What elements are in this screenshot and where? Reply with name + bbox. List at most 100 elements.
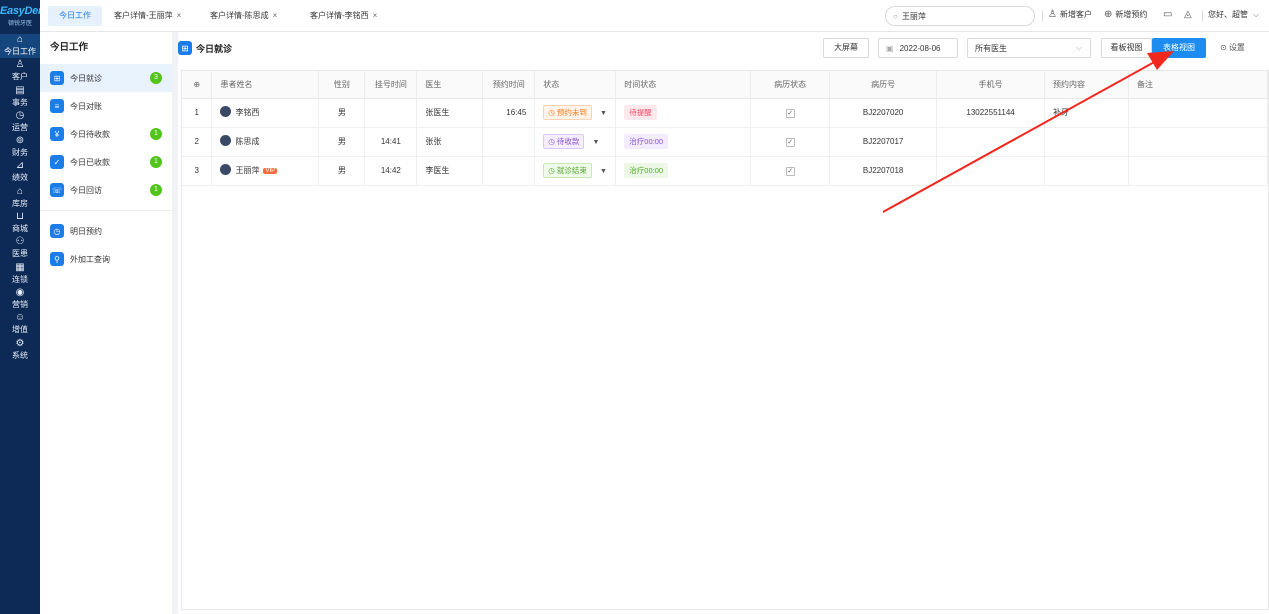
status-badge[interactable]: ◷ 预约未到 (543, 105, 592, 120)
gender-cell: 男 (318, 156, 366, 186)
notification-button[interactable]: ◬ (1184, 9, 1195, 20)
sub-sidebar: 今日工作 ⊞ 今日就诊 3 ≡ 今日对账 ¥ 今日待收款 1 ✓ 今日已收款 1 ☏ 今日回访 1 ◷ 明日… (40, 32, 172, 614)
count-badge: 1 (150, 184, 162, 196)
phone-cell: 13022551144 (936, 98, 1046, 128)
user-icon: ♙ (15, 59, 25, 71)
close-icon[interactable]: × (177, 11, 182, 20)
time-status-badge: 治疗00:00 (624, 134, 669, 149)
record-no-cell: BJ2207020 (829, 98, 938, 128)
record-checkbox[interactable]: ✓ (785, 166, 795, 176)
record-no-cell: BJ2207018 (829, 156, 938, 186)
gender-cell: 男 (318, 98, 366, 128)
sub-item-today-reconcile[interactable]: ≡ 今日对账 (40, 92, 172, 120)
nav-item-system[interactable]: ⚙ 系统 (0, 338, 40, 362)
target-icon: ◉ (15, 286, 25, 298)
nav-item-affairs[interactable]: ▤ 事务 (0, 85, 40, 109)
sub-item-outsource-query[interactable]: ⚲ 外加工查询 (40, 245, 172, 273)
close-icon[interactable]: × (273, 11, 278, 20)
big-screen-button[interactable]: 大屏幕 (823, 38, 869, 58)
logo-subtext: 顿锐牙医 (7, 21, 32, 27)
patient-name-cell[interactable]: 王丽萍 VIP (211, 156, 320, 186)
time-status-badge: 治疗00:00 (624, 163, 669, 178)
greeting-label: 您好、超管 (1208, 10, 1248, 19)
status-badge[interactable]: ◷ 待收款 (543, 134, 585, 149)
table-row[interactable]: 3 王丽萍 VIP 男 14:42 李医生 ◷ 就诊结束 ▼ 治疗00:00 ✓ BJ2207018 (182, 156, 1269, 186)
record-status-cell: ✓ (750, 127, 831, 157)
patient-name[interactable]: 王丽萍 (235, 166, 259, 175)
nav-item-value-added[interactable]: ☺ 增值 (0, 312, 40, 336)
app-logo: EasyDent 顿锐牙医 (0, 0, 48, 34)
patient-name-cell[interactable]: 李铭西 (211, 98, 320, 128)
main-panel: ⊞ 今日就诊 大屏幕 ▣ 2022-08-06 所有医生 ⌵ 看板视图 表格视图… (178, 32, 1269, 614)
gear-icon: ⊙ (1220, 43, 1227, 52)
status-badge[interactable]: ◷ 就诊结束 (543, 163, 592, 178)
sub-item-pending-payment[interactable]: ¥ 今日待收款 1 (40, 120, 172, 148)
settings-button[interactable]: ⊙ 设置 (1220, 42, 1245, 53)
sub-item-today-followup[interactable]: ☏ 今日回访 1 (40, 176, 172, 204)
table-view-button[interactable]: 表格视图 (1152, 38, 1206, 58)
header-appt-time: 预约时间 (482, 71, 536, 99)
nav-item-marketing[interactable]: ◉ 营销 (0, 287, 40, 311)
divider (40, 210, 172, 211)
time-status-cell: 待提醒 (615, 98, 752, 128)
status-cell[interactable]: ◷ 预约未到 ▼ (534, 98, 617, 128)
caret-down-icon[interactable]: ▼ (600, 168, 607, 175)
record-checkbox[interactable]: ✓ (785, 108, 795, 118)
phone-icon: ☏ (50, 183, 64, 197)
search-box[interactable]: ○ (885, 6, 1035, 26)
board-view-button[interactable]: 看板视图 (1101, 38, 1152, 58)
record-status-cell: ✓ (750, 156, 831, 186)
header-note: 备注 (1128, 71, 1269, 99)
new-appointment-label: 新增预约 (1115, 10, 1148, 19)
warehouse-icon: ⌂ (16, 185, 24, 197)
patient-name[interactable]: 李铭西 (235, 108, 259, 117)
time-status-cell: 治疗00:00 (615, 156, 752, 186)
table-row[interactable]: 1 李铭西 男 张医生 16:45 ◷ 预约未到 ▼ 待提醒 ✓ BJ2207020 1302255… (182, 98, 1269, 128)
search-input[interactable] (901, 11, 1022, 21)
nav-item-performance[interactable]: ⊿ 绩效 (0, 160, 40, 184)
tab-customer-wang[interactable]: 客户详情-王丽萍 × (114, 6, 181, 26)
date-picker[interactable]: ▣ 2022-08-06 (878, 38, 958, 58)
nav-item-operations[interactable]: ◷ 运营 (0, 110, 40, 134)
new-customer-label: 新增客户 (1059, 10, 1092, 19)
tab-customer-li[interactable]: 客户详情-李铭西 × (310, 6, 377, 26)
doctor-select[interactable]: 所有医生 ⌵ (967, 38, 1091, 58)
user-menu[interactable]: 您好、超管 ⌵ (1208, 9, 1259, 20)
sub-item-received-payment[interactable]: ✓ 今日已收款 1 (40, 148, 172, 176)
nav-item-today-work[interactable]: ⌂ 今日工作 (0, 34, 40, 58)
sub-item-label: 明日预约 (70, 226, 102, 236)
page-title-text: 今日就诊 (196, 43, 233, 54)
message-button[interactable]: ▭ (1163, 9, 1175, 20)
appt-content-cell (1044, 156, 1129, 186)
nav-item-customers[interactable]: ♙ 客户 (0, 59, 40, 83)
caret-down-icon[interactable]: ▼ (592, 139, 599, 146)
add-column-button[interactable]: ⊕ (182, 71, 213, 99)
close-icon[interactable]: × (373, 11, 378, 20)
patient-name-cell[interactable]: 陈思成 (211, 127, 320, 157)
status-cell[interactable]: ◷ 就诊结束 ▼ (534, 156, 617, 186)
nav-item-mall[interactable]: ⊔ 商城 (0, 211, 40, 235)
list-icon: ≡ (50, 99, 64, 113)
table-row[interactable]: 2 陈思成 男 14:41 张张 ◷ 待收款 ▼ 治疗00:00 ✓ BJ2207017 (182, 127, 1269, 157)
record-checkbox[interactable]: ✓ (785, 137, 795, 147)
nav-item-warehouse[interactable]: ⌂ 库房 (0, 186, 40, 210)
status-cell[interactable]: ◷ 待收款 ▼ (534, 127, 617, 157)
nav-item-label: 营销 (12, 299, 28, 309)
new-appointment-button[interactable]: ⊕ 新增预约 (1104, 9, 1147, 20)
caret-down-icon[interactable]: ▼ (600, 110, 607, 117)
header-patient-name: 患者姓名 (211, 71, 320, 99)
tab-customer-chen[interactable]: 客户详情-陈思成 × (210, 6, 277, 26)
new-customer-button[interactable]: ♙ 新增客户 (1048, 9, 1092, 20)
sub-item-tomorrow-appointment[interactable]: ◷ 明日预约 (40, 217, 172, 245)
sub-item-today-visit[interactable]: ⊞ 今日就诊 3 (40, 64, 172, 92)
nav-item-finance[interactable]: ⊚ 财务 (0, 135, 40, 159)
add-user-icon: ♙ (1048, 9, 1057, 20)
header-record-no: 病历号 (829, 71, 938, 99)
nav-item-chain[interactable]: ▦ 连锁 (0, 262, 40, 286)
tab-today-work[interactable]: 今日工作 (48, 6, 102, 26)
patient-name[interactable]: 陈思成 (235, 137, 259, 146)
clock-icon: ◷ (15, 109, 25, 121)
nav-item-doctor-patient[interactable]: ⚇ 医患 (0, 236, 40, 260)
doctor-cell: 李医生 (416, 156, 484, 186)
note-cell (1128, 156, 1269, 186)
